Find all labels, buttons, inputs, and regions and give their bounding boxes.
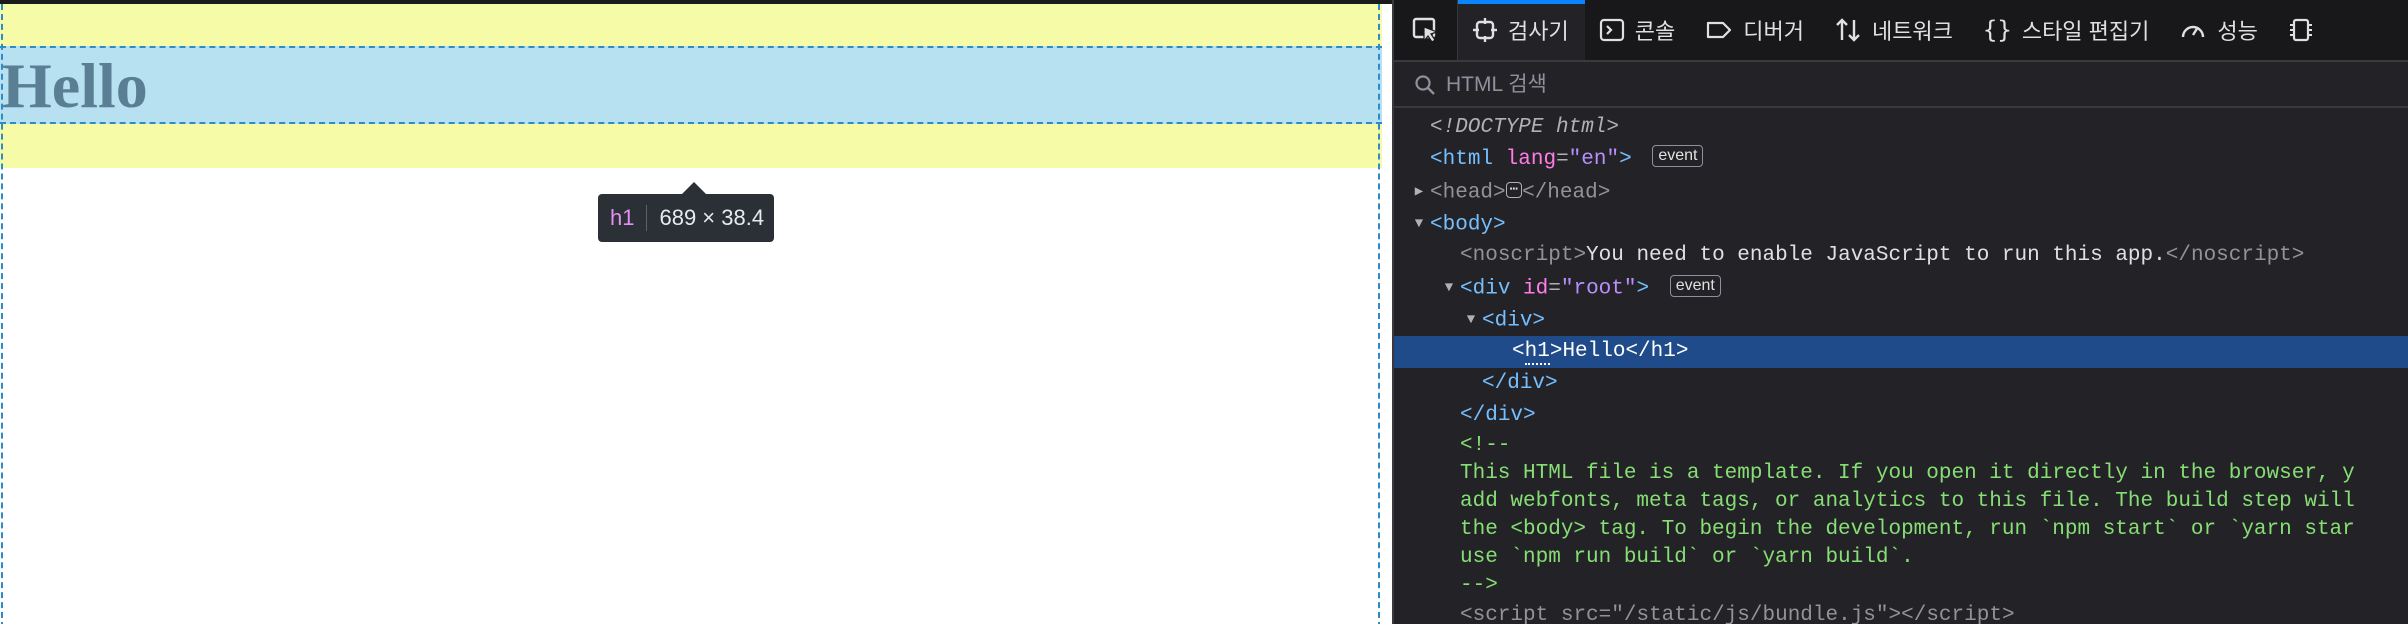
inspector-icon <box>1473 18 1497 42</box>
expand-arrow-icon[interactable]: ▶ <box>1408 176 1430 208</box>
console-icon <box>1599 18 1624 42</box>
collapsed-ellipsis-icon[interactable]: ⋯ <box>1505 182 1523 198</box>
tree-node-noscript[interactable]: <noscript>You need to enable JavaScript … <box>1394 240 2408 272</box>
search-icon <box>1415 75 1435 95</box>
tree-node-head[interactable]: ▶ <head> ⋯ </head> <box>1394 176 2408 208</box>
tab-console[interactable]: 콘솔 <box>1585 0 1691 60</box>
tab-memory-partial[interactable] <box>2274 0 2340 60</box>
tab-debugger-label: 디버거 <box>1743 19 1804 44</box>
noscript-tag-name: noscript <box>1472 244 1574 267</box>
head-close-tag-name: head <box>1547 181 1598 205</box>
doctype-text: <!DOCTYPE html> <box>1430 116 1620 139</box>
tree-node-div-root-close[interactable]: </div> <box>1394 400 2408 432</box>
tab-style-editor-label: 스타일 편집기 <box>2021 19 2150 44</box>
inner-div-close-tag-name: div <box>1507 372 1546 395</box>
tab-network-label: 네트워크 <box>1871 19 1953 44</box>
page-heading: Hello <box>2 50 148 121</box>
head-tag-name: head <box>1442 181 1494 205</box>
memory-icon <box>2289 18 2312 42</box>
infobar-dimensions: 689 × 38.4 <box>659 205 765 230</box>
comment-line-3: the <body> tag. To begin the development… <box>1460 518 2355 541</box>
tab-debugger[interactable]: 디버거 <box>1691 0 1820 60</box>
tree-node-div[interactable]: ▼ <div> <box>1394 304 2408 336</box>
markup-tree: <!DOCTYPE html> <html lang="en"> event ▶… <box>1394 112 2408 624</box>
noscript-close-tag-name: noscript <box>2190 244 2292 267</box>
element-picker-icon <box>1412 17 1439 43</box>
script-close-tag-name: script <box>1926 604 2002 624</box>
h1-close-tag-name: h1 <box>1650 340 1676 363</box>
tree-node-html[interactable]: <html lang="en"> event <box>1394 144 2408 176</box>
root-div-close-tag-name: div <box>1485 404 1524 427</box>
network-icon <box>1836 18 1860 42</box>
script-attr-name: src <box>1560 604 1599 624</box>
div-tag-name: div <box>1472 277 1511 301</box>
inner-div-tag-name: div <box>1494 309 1533 333</box>
tab-performance-label: 성능 <box>2217 19 2258 44</box>
collapse-arrow-icon[interactable]: ▼ <box>1438 272 1460 304</box>
performance-icon <box>2182 25 2205 38</box>
tab-inspector-label: 검사기 <box>1508 19 1569 44</box>
div-event-badge[interactable]: event <box>1669 275 1721 297</box>
page-viewport: Hello h1 689 × 38.4 <box>0 0 1392 624</box>
html-tag-name: html <box>1442 148 1494 171</box>
noscript-text: You need to enable JavaScript to run thi… <box>1586 244 2166 267</box>
h1-content-highlight[interactable]: Hello <box>0 46 1382 124</box>
guide-line-left <box>1 4 3 624</box>
html-search-input[interactable] <box>1444 72 2044 98</box>
html-attr-value: "en" <box>1568 148 1620 171</box>
body-tag-name: body <box>1442 213 1494 237</box>
html-event-badge[interactable]: event <box>1652 145 1704 168</box>
element-picker-button[interactable] <box>1394 0 1458 60</box>
tree-node-comment[interactable]: <!-- This HTML file is a template. If yo… <box>1394 432 2408 600</box>
tree-node-body[interactable]: ▼ <body> <box>1394 208 2408 240</box>
tab-network[interactable]: 네트워크 <box>1820 0 1969 60</box>
devtools-panel: 검사기 콘솔 디버거 네트워크 {} 스타일 편집기 성능 HTML 검색 <!… <box>1392 0 2408 624</box>
tab-inspector[interactable]: 검사기 <box>1458 0 1585 60</box>
element-infobar: h1 689 × 38.4 <box>598 182 775 242</box>
infobar-tag: h1 <box>598 205 648 231</box>
tree-node-div-root[interactable]: ▼ <div id="root"> event <box>1394 272 2408 304</box>
collapse-arrow-icon[interactable]: ▼ <box>1408 208 1430 240</box>
html-attr-name: lang <box>1505 148 1557 171</box>
h1-margin-bottom-highlight <box>0 124 1382 168</box>
comment-close: --> <box>1460 574 1498 597</box>
div-attr-name: id <box>1523 277 1549 301</box>
script-tag-name: script <box>1472 604 1549 624</box>
script-attr-value: "/static/js/bundle.js" <box>1611 604 1889 624</box>
comment-line-4: use `npm run build` or `yarn build`. <box>1460 546 1914 569</box>
collapse-arrow-icon[interactable]: ▼ <box>1460 304 1482 336</box>
tab-style-editor[interactable]: {} 스타일 편집기 <box>1969 0 2165 60</box>
tree-node-div-close[interactable]: </div> <box>1394 368 2408 400</box>
h1-text: Hello <box>1562 340 1626 363</box>
tree-node-script[interactable]: <script src="/static/js/bundle.js"></scr… <box>1394 600 2408 624</box>
style-editor-icon: {} <box>1982 16 2012 44</box>
tree-node-doctype[interactable]: <!DOCTYPE html> <box>1394 112 2408 144</box>
devtools-tabbar: 검사기 콘솔 디버거 네트워크 {} 스타일 편집기 성능 <box>1394 0 2408 62</box>
comment-line-2: add webfonts, meta tags, or analytics to… <box>1460 490 2355 513</box>
tab-performance[interactable]: 성능 <box>2165 0 2273 60</box>
comment-open: <!-- <box>1460 434 1511 457</box>
comment-line-1: This HTML file is a template. If you ope… <box>1460 462 2355 485</box>
tree-node-h1-selected[interactable]: <h1>Hello</h1> <box>1394 336 2408 368</box>
h1-tag-name: h1 <box>1524 340 1550 365</box>
debugger-icon <box>1707 21 1732 39</box>
h1-margin-top-highlight <box>0 4 1382 46</box>
div-attr-value: "root" <box>1560 277 1637 301</box>
guide-line-right <box>1378 4 1380 624</box>
tab-console-label: 콘솔 <box>1634 19 1676 44</box>
html-search-bar <box>1394 64 2408 108</box>
